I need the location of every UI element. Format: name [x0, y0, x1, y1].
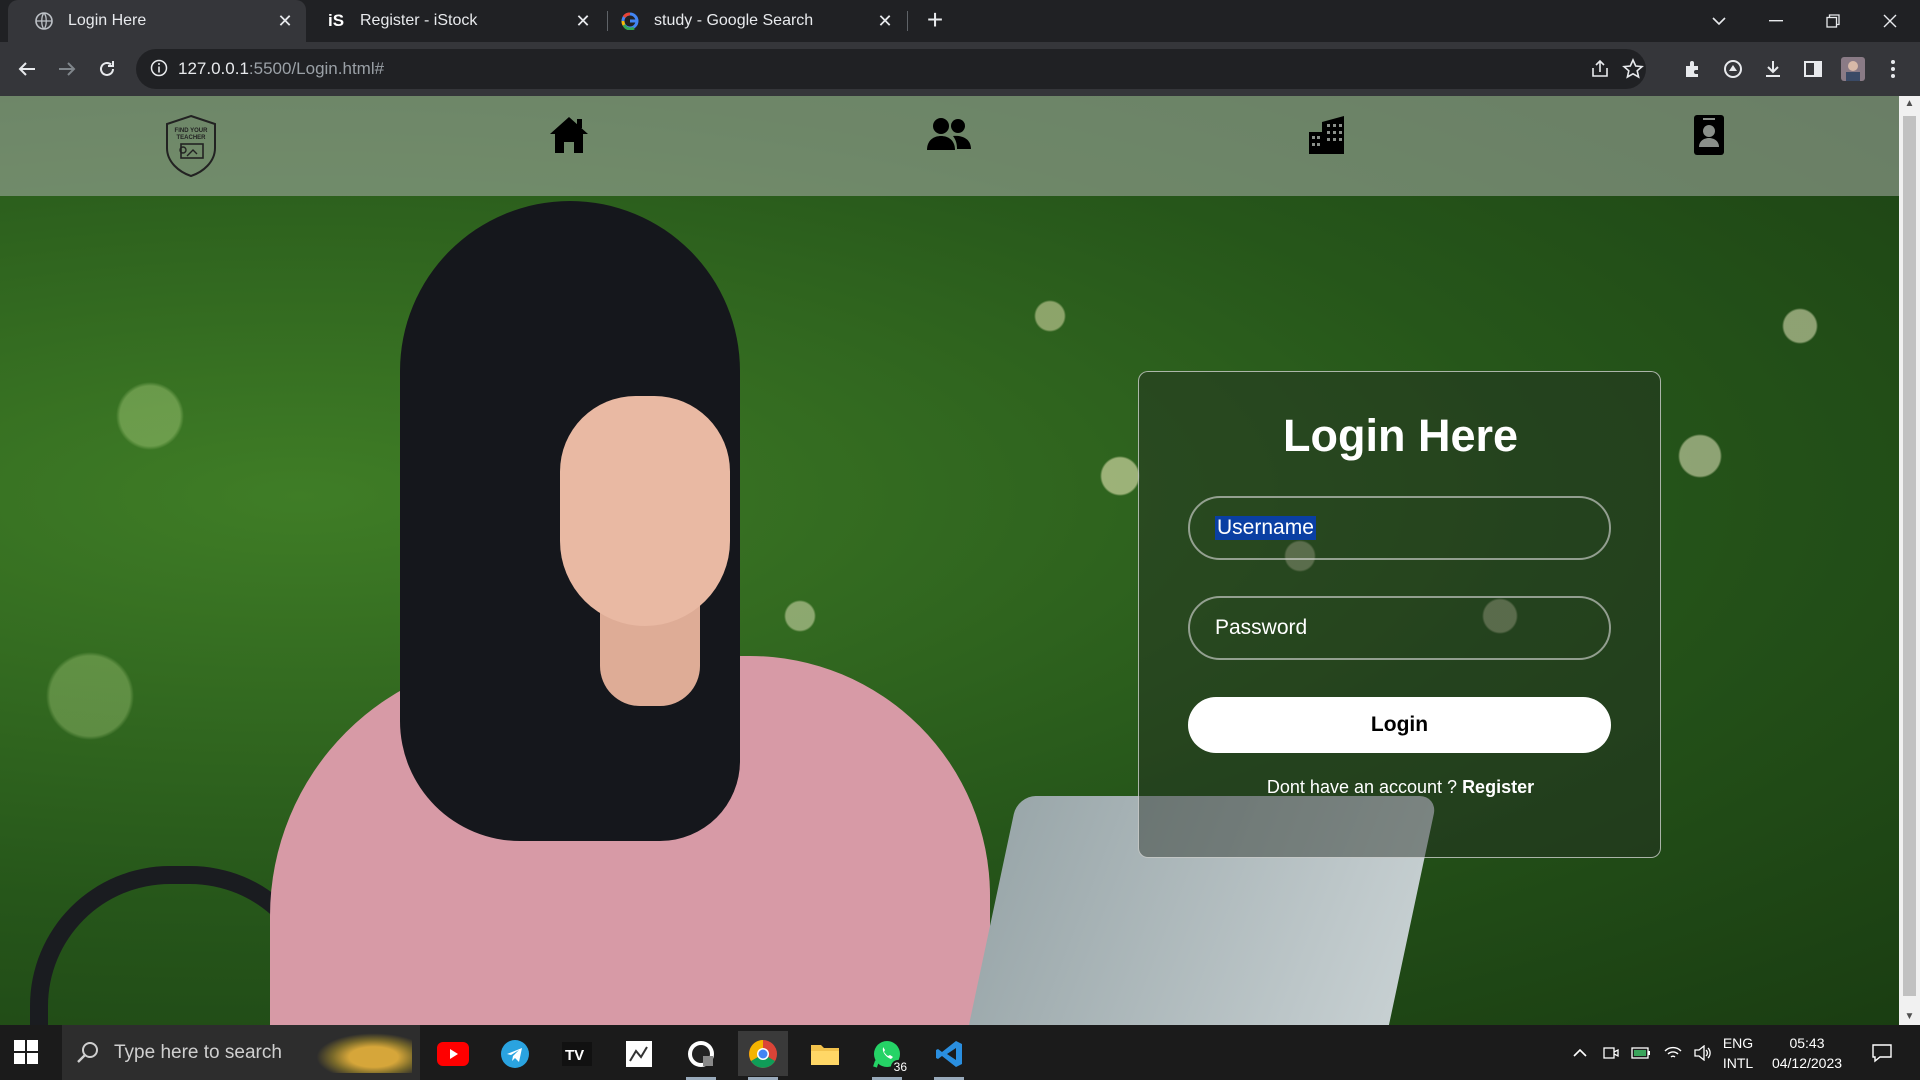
close-icon[interactable]: ✕ [870, 11, 900, 32]
telegram-icon[interactable] [490, 1031, 540, 1076]
site-navbar: FIND YOUR TEACHER [0, 96, 1899, 196]
windows-taskbar: Type here to search TV 36 ENG INTL 05:43… [0, 1025, 1920, 1080]
browser-toolbar: 127.0.0.1:5500/Login.html# [0, 42, 1920, 96]
whatsapp-badge: 36 [890, 1060, 910, 1074]
tab-title: Login Here [68, 12, 147, 29]
youtube-icon[interactable] [428, 1031, 478, 1076]
login-title: Login Here [1282, 410, 1519, 461]
whatsapp-icon[interactable]: 36 [862, 1031, 912, 1080]
side-panel-icon[interactable] [1800, 56, 1826, 82]
tab-login[interactable]: Login Here ✕ [8, 0, 306, 42]
menu-kebab-icon[interactable] [1880, 56, 1906, 82]
extensions-puzzle-icon[interactable] [1680, 56, 1706, 82]
address-bar[interactable]: 127.0.0.1:5500/Login.html# [136, 49, 1646, 89]
globe-icon [34, 11, 54, 31]
password-value: Password [1215, 616, 1308, 639]
tradingview-icon[interactable]: TV [552, 1031, 602, 1076]
taskbar-search-box[interactable]: Type here to search [62, 1025, 420, 1080]
bookmark-star-icon[interactable] [1622, 58, 1644, 80]
wifi-icon[interactable] [1660, 1025, 1686, 1080]
clock[interactable]: 05:43 04/12/2023 [1766, 1033, 1848, 1073]
close-icon[interactable]: ✕ [568, 11, 598, 32]
username-input[interactable]: Username [1188, 496, 1611, 560]
forward-arrow-icon[interactable] [50, 52, 84, 86]
tab-register-istock[interactable]: iS Register - iStock ✕ [306, 0, 604, 42]
search-icon [76, 1040, 102, 1066]
reload-icon[interactable] [90, 52, 124, 86]
site-logo[interactable]: FIND YOUR TEACHER [163, 114, 219, 178]
istock-icon: iS [327, 11, 345, 30]
close-icon[interactable]: ✕ [270, 11, 300, 32]
share-icon[interactable] [1589, 58, 1611, 80]
page-viewport: FIND YOUR TEACHER Login Here Username Pa… [0, 96, 1899, 1025]
tab-title: Register - iStock [360, 12, 478, 29]
chrome-icon[interactable] [738, 1031, 788, 1080]
users-icon[interactable] [926, 114, 972, 156]
language-indicator[interactable]: ENG INTL [1716, 1033, 1760, 1073]
notifications-icon[interactable] [1862, 1025, 1902, 1080]
notes-app-icon[interactable] [614, 1031, 664, 1076]
tab-strip: Login Here ✕ iS Register - iStock ✕ stud… [0, 0, 1920, 42]
tab-title: study - Google Search [654, 12, 814, 29]
home-icon[interactable] [548, 114, 590, 156]
back-arrow-icon[interactable] [10, 52, 44, 86]
profile-avatar[interactable] [1840, 56, 1866, 82]
username-value: Username [1215, 516, 1316, 540]
password-input[interactable]: Password [1188, 596, 1611, 660]
restore-icon[interactable] [1805, 0, 1861, 42]
search-placeholder: Type here to search [114, 1041, 282, 1063]
search-highlight-image [316, 1033, 412, 1073]
scroll-up-arrow-icon[interactable]: ▲ [1899, 96, 1920, 112]
scrollbar-thumb[interactable] [1903, 116, 1916, 996]
building-icon[interactable] [1306, 114, 1348, 156]
contact-icon[interactable] [1688, 114, 1730, 156]
file-explorer-icon[interactable] [800, 1031, 850, 1076]
login-card: Login Here Username Password Login Dont … [1138, 371, 1661, 858]
language-code: ENG [1722, 1035, 1754, 1051]
svg-text:TV: TV [565, 1047, 584, 1064]
clock-time: 05:43 [1789, 1035, 1825, 1051]
tab-search-chevron-icon[interactable] [1691, 0, 1747, 42]
login-button[interactable]: Login [1188, 697, 1611, 753]
volume-icon[interactable] [1690, 1025, 1716, 1080]
logo-text: FIND YOUR TEACHER [174, 128, 208, 141]
clock-date: 04/12/2023 [1771, 1055, 1843, 1071]
background-person-face [560, 396, 730, 626]
register-prompt: Dont have an account ? [1266, 777, 1458, 797]
tray-chevron-icon[interactable] [1568, 1025, 1592, 1080]
minimize-icon[interactable] [1748, 0, 1804, 42]
google-icon [620, 11, 640, 31]
keyboard-layout: INTL [1722, 1055, 1754, 1071]
github-desktop-icon[interactable] [676, 1031, 726, 1080]
tab-separator [907, 11, 908, 31]
window-close-icon[interactable] [1862, 0, 1918, 42]
register-link[interactable]: Register [1462, 777, 1534, 797]
register-line: Dont have an account ? Register [1139, 777, 1662, 798]
download-icon[interactable] [1760, 56, 1786, 82]
scroll-down-arrow-icon[interactable]: ▼ [1899, 1009, 1920, 1025]
extension-icon[interactable] [1720, 56, 1746, 82]
page-scrollbar[interactable]: ▲ ▼ [1899, 96, 1920, 1025]
tab-google-search[interactable]: study - Google Search ✕ [608, 0, 906, 42]
site-info-icon[interactable] [150, 59, 170, 79]
vscode-icon[interactable] [924, 1031, 974, 1080]
windows-start-icon[interactable] [14, 1040, 40, 1066]
new-tab-plus-icon[interactable]: + [920, 6, 950, 36]
meet-now-icon[interactable] [1598, 1025, 1624, 1080]
url-text: 127.0.0.1:5500/Login.html# [178, 59, 385, 78]
battery-icon[interactable] [1628, 1025, 1654, 1080]
